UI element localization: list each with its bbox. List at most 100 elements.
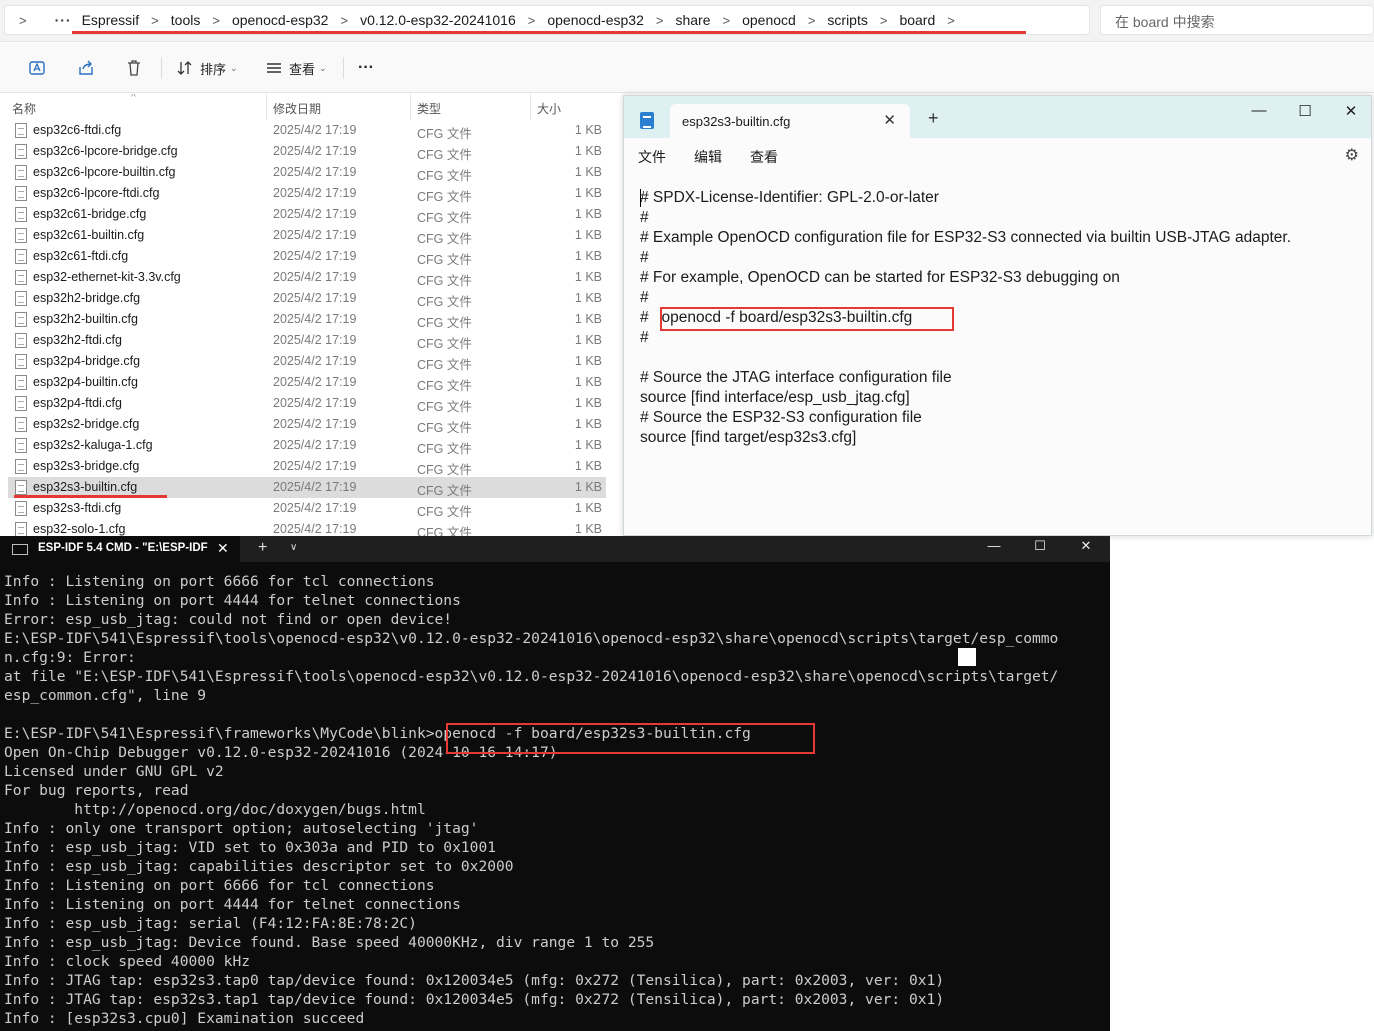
file-type: CFG 文件 xyxy=(417,148,472,162)
file-row[interactable]: esp32-ethernet-kit-3.3v.cfg 2025/4/2 17:1… xyxy=(8,267,606,288)
menu-edit[interactable]: 编辑 xyxy=(694,147,722,167)
rename-button[interactable] xyxy=(28,53,46,83)
delete-button[interactable] xyxy=(125,53,143,83)
chevron-right-icon[interactable]: > xyxy=(796,13,828,28)
file-size: 1 KB xyxy=(574,291,602,305)
terminal-line: For bug reports, read xyxy=(4,782,189,799)
minimize-button[interactable]: — xyxy=(980,538,1008,553)
close-tab-icon[interactable]: ✕ xyxy=(217,540,229,557)
search-input[interactable]: 在 board 中搜索 xyxy=(1100,5,1374,35)
file-name: esp32-ethernet-kit-3.3v.cfg xyxy=(33,270,181,284)
file-row[interactable]: esp32c6-lpcore-bridge.cfg 2025/4/2 17:19 C… xyxy=(8,141,606,162)
close-tab-icon[interactable]: ✕ xyxy=(883,111,896,129)
maximize-button[interactable]: ☐ xyxy=(1291,102,1319,128)
breadcrumb-item[interactable]: share xyxy=(675,12,710,28)
chevron-right-icon[interactable]: > xyxy=(868,13,900,28)
new-tab-button[interactable]: + xyxy=(258,539,267,557)
file-size: 1 KB xyxy=(574,522,602,536)
column-divider[interactable] xyxy=(266,94,267,120)
editor-line: # For example, OpenOCD can be started fo… xyxy=(640,269,1120,286)
file-row[interactable]: esp32p4-ftdi.cfg 2025/4/2 17:19 CFG 文件 1 KB xyxy=(8,393,606,414)
breadcrumb-overflow[interactable]: ··· xyxy=(39,12,82,28)
chevron-right-icon[interactable]: > xyxy=(644,13,676,28)
file-row[interactable]: esp32s3-ftdi.cfg 2025/4/2 17:19 CFG 文件 1 KB xyxy=(8,498,606,519)
notepad-tab[interactable]: esp32s3-builtin.cfg ✕ xyxy=(670,104,910,138)
file-name: esp32h2-bridge.cfg xyxy=(33,291,141,305)
terminal-window: ESP-IDF 5.4 CMD - "E:\ESP-IDF ✕ + ∨ — ☐ … xyxy=(0,536,1110,1031)
settings-gear-icon[interactable]: ⚙ xyxy=(1345,145,1359,165)
file-row[interactable]: esp32c6-ftdi.cfg 2025/4/2 17:19 CFG 文件 1 KB xyxy=(8,120,606,141)
breadcrumb-item[interactable]: board xyxy=(899,12,935,28)
file-row[interactable]: esp32c6-lpcore-builtin.cfg 2025/4/2 17:19… xyxy=(8,162,606,183)
editor-line: # SPDX-License-Identifier: GPL-2.0-or-la… xyxy=(640,189,939,206)
file-row[interactable]: esp32h2-ftdi.cfg 2025/4/2 17:19 CFG 文件 1 KB xyxy=(8,330,606,351)
breadcrumb-item[interactable]: tools xyxy=(171,12,201,28)
view-button[interactable]: 查看 ⌄ xyxy=(265,53,327,83)
file-size: 1 KB xyxy=(574,459,602,473)
file-icon xyxy=(15,165,27,180)
sort-button[interactable]: 排序 ⌄ xyxy=(176,53,238,83)
breadcrumb-item[interactable]: openocd xyxy=(742,12,796,28)
file-icon xyxy=(15,312,27,327)
editor-line: # Source the ESP32-S3 configuration file xyxy=(640,409,922,426)
file-row[interactable]: esp32h2-bridge.cfg 2025/4/2 17:19 CFG 文件 1 … xyxy=(8,288,606,309)
file-row[interactable]: esp32s2-bridge.cfg 2025/4/2 17:19 CFG 文件 1 … xyxy=(8,414,606,435)
chevron-right-icon[interactable]: > xyxy=(935,13,967,28)
column-date[interactable]: 修改日期 xyxy=(273,100,321,117)
file-row[interactable]: esp32s3-bridge.cfg 2025/4/2 17:19 CFG 文件 1 … xyxy=(8,456,606,477)
breadcrumb-item[interactable]: openocd-esp32 xyxy=(547,12,644,28)
file-date: 2025/4/2 17:19 xyxy=(273,312,357,326)
file-row[interactable]: esp32c61-bridge.cfg 2025/4/2 17:19 CFG 文件 1… xyxy=(8,204,606,225)
file-row[interactable]: esp32h2-builtin.cfg 2025/4/2 17:19 CFG 文件 1… xyxy=(8,309,606,330)
column-divider[interactable] xyxy=(410,94,411,120)
file-name: esp32s2-bridge.cfg xyxy=(33,417,140,431)
terminal-output[interactable]: Info : Listening on port 6666 for tcl co… xyxy=(4,572,1058,1028)
terminal-titlebar: ESP-IDF 5.4 CMD - "E:\ESP-IDF ✕ + ∨ — ☐ … xyxy=(0,536,1110,562)
close-window-button[interactable]: ✕ xyxy=(1072,538,1100,554)
more-options-button[interactable]: ··· xyxy=(358,53,374,83)
editor-line: source [find interface/esp_usb_jtag.cfg] xyxy=(640,389,910,406)
file-row[interactable]: esp32c61-builtin.cfg 2025/4/2 17:19 CFG 文件… xyxy=(8,225,606,246)
column-divider[interactable] xyxy=(530,94,531,120)
menu-file[interactable]: 文件 xyxy=(638,147,666,167)
chevron-down-icon[interactable]: ∨ xyxy=(290,542,297,553)
file-icon xyxy=(15,291,27,306)
breadcrumb-item[interactable]: scripts xyxy=(827,12,867,28)
file-size: 1 KB xyxy=(574,375,602,389)
file-size: 1 KB xyxy=(574,417,602,431)
notepad-tab-title: esp32s3-builtin.cfg xyxy=(682,114,791,129)
notepad-window: esp32s3-builtin.cfg ✕ + — ☐ ✕ 文件 编辑 查看 ⚙… xyxy=(623,95,1372,536)
chevron-right-icon[interactable]: > xyxy=(139,13,171,28)
minimize-button[interactable]: — xyxy=(1245,102,1273,128)
file-name: esp32p4-bridge.cfg xyxy=(33,354,141,368)
chevron-right-icon[interactable]: > xyxy=(328,13,360,28)
file-size: 1 KB xyxy=(574,501,602,515)
terminal-tab[interactable]: ESP-IDF 5.4 CMD - "E:\ESP-IDF ✕ xyxy=(0,536,240,562)
breadcrumb-item[interactable]: Espressif xyxy=(82,12,140,28)
share-button[interactable] xyxy=(77,53,95,83)
breadcrumb-item[interactable]: v0.12.0-esp32-20241016 xyxy=(360,12,516,28)
file-row[interactable]: esp32c6-lpcore-ftdi.cfg 2025/4/2 17:19 CFG… xyxy=(8,183,606,204)
maximize-button[interactable]: ☐ xyxy=(1026,538,1054,554)
chevron-right-icon[interactable]: > xyxy=(5,13,39,28)
new-tab-button[interactable]: + xyxy=(928,108,939,129)
file-row[interactable]: esp32p4-bridge.cfg 2025/4/2 17:19 CFG 文件 1 … xyxy=(8,351,606,372)
file-name: esp32p4-ftdi.cfg xyxy=(33,396,122,410)
file-size: 1 KB xyxy=(574,438,602,452)
file-name: esp32s2-kaluga-1.cfg xyxy=(33,438,153,452)
chevron-right-icon[interactable]: > xyxy=(711,13,743,28)
file-row[interactable]: esp32s2-kaluga-1.cfg 2025/4/2 17:19 CFG 文件… xyxy=(8,435,606,456)
close-window-button[interactable]: ✕ xyxy=(1337,102,1365,128)
breadcrumb-item[interactable]: openocd-esp32 xyxy=(232,12,329,28)
chevron-right-icon[interactable]: > xyxy=(516,13,548,28)
chevron-down-icon: ⌄ xyxy=(319,62,327,73)
column-type[interactable]: 类型 xyxy=(417,100,441,117)
column-name[interactable]: 名称 xyxy=(12,100,36,117)
file-row[interactable]: esp32c61-ftdi.cfg 2025/4/2 17:19 CFG 文件 1 K… xyxy=(8,246,606,267)
chevron-right-icon[interactable]: > xyxy=(200,13,232,28)
file-type: CFG 文件 xyxy=(417,211,472,225)
column-size[interactable]: 大小 xyxy=(537,100,561,117)
file-type: CFG 文件 xyxy=(417,484,472,498)
file-row[interactable]: esp32p4-builtin.cfg 2025/4/2 17:19 CFG 文件 1… xyxy=(8,372,606,393)
menu-view[interactable]: 查看 xyxy=(750,147,778,167)
